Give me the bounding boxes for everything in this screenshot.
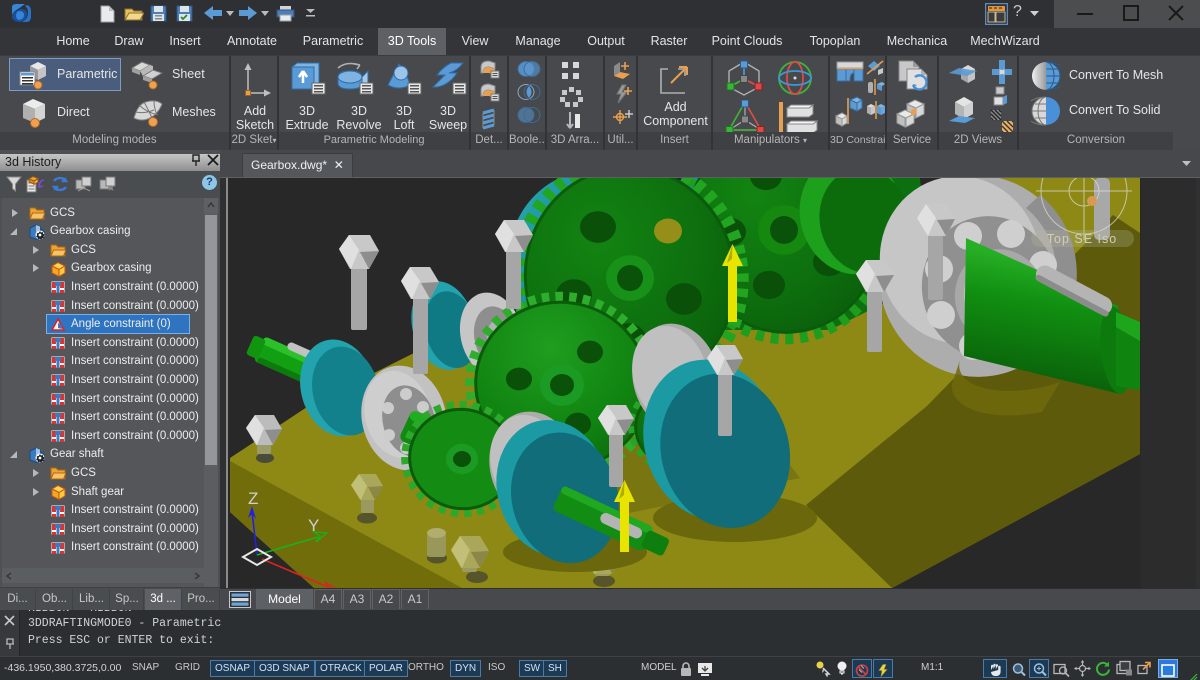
svg-text:X: X	[334, 587, 345, 588]
svg-text:Y: Y	[308, 516, 319, 535]
svg-text:Z: Z	[248, 489, 258, 508]
svg-text:Top SE Iso: Top SE Iso	[1047, 232, 1117, 246]
